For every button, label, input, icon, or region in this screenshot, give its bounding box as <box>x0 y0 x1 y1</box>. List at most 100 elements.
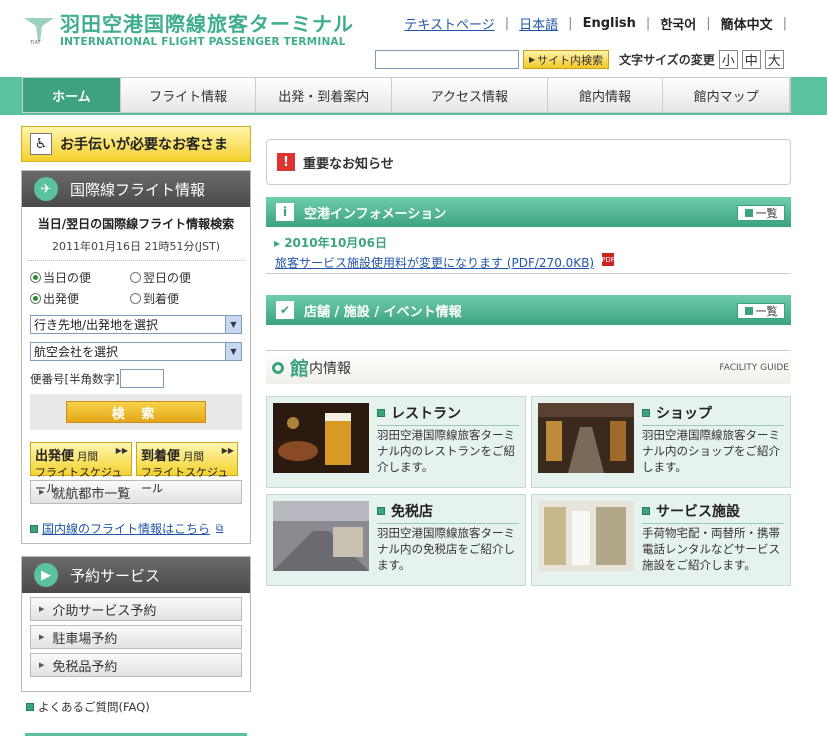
bullet-icon <box>377 507 385 515</box>
dutyfree-card[interactable]: 免税店 羽田空港国際線旅客ターミナル内の免税店をご紹介します。 <box>266 494 526 586</box>
flight-search-button[interactable]: 検 索 <box>66 401 206 423</box>
airline-select-value: 航空会社を選択 <box>34 345 119 359</box>
bullet-icon <box>377 409 385 417</box>
assistance-button[interactable]: ♿ お手伝いが必要なお客さま <box>21 126 251 162</box>
global-nav: ホーム フライト情報 出発・到着案内 アクセス情報 館内情報 館内マップ <box>22 77 791 113</box>
exclamation-icon: ! <box>277 153 295 171</box>
arrow-right-icon: ▶ <box>39 633 45 641</box>
korean-link[interactable]: 한국어 <box>660 14 696 33</box>
assistance-label: お手伝いが必要なお客さま <box>60 137 228 153</box>
radio-departure[interactable]: 出発便 <box>30 290 130 307</box>
double-arrow-icon: ▶▶ <box>221 446 234 455</box>
arrival-schedule-sub: フライトスケジュール <box>141 466 229 495</box>
schedule-buttons: 出発便 月間 フライトスケジュール ▶▶ 到着便 月間 フライトスケジュール ▶▶ <box>30 442 242 495</box>
site-logo[interactable]: TIAT 羽田空港国際線旅客ターミナル INTERNATIONAL FLIGHT… <box>22 8 362 52</box>
radio-today-label: 当日の便 <box>43 271 92 285</box>
direction-radio-group: 出発便 到着便 <box>30 290 250 307</box>
flight-number-input[interactable] <box>120 369 165 388</box>
faq-link[interactable]: よくあるご質問(FAQ) <box>26 699 150 715</box>
restaurant-photo <box>273 403 369 473</box>
japanese-link[interactable]: 日本語 <box>519 14 558 33</box>
airplane-icon: ✈ <box>34 177 58 201</box>
site-search-label: サイト内検索 <box>537 53 604 67</box>
events-header: ✔ 店舗 / 施設 / イベント情報 一覧 <box>266 295 791 325</box>
events-list-button[interactable]: 一覧 <box>737 303 785 319</box>
events-title: 店舗 / 施設 / イベント情報 <box>304 304 462 320</box>
bullet-icon <box>744 209 753 217</box>
wheelchair-icon: ♿ <box>30 133 52 155</box>
shop-desc: 羽田空港国際線旅客ターミナル内のショップをご紹介します。 <box>642 428 780 474</box>
flight-panel-title: 国際線フライト情報 <box>70 180 206 199</box>
domestic-flight-link[interactable]: 国内線のフライト情報はこちら ⧉ <box>30 520 250 537</box>
nav-facility-map[interactable]: 館内マップ <box>663 78 790 112</box>
chevron-down-icon[interactable]: ▼ <box>225 316 241 333</box>
radio-departure-label: 出発便 <box>43 292 80 306</box>
font-size-medium-button[interactable]: 中 <box>741 50 761 69</box>
flight-search-subtitle: 当日/翌日の国際線フライト情報検索 <box>37 217 235 231</box>
dutyfree-desc: 羽田空港国際線旅客ターミナル内の免税店をご紹介します。 <box>377 526 515 572</box>
restaurant-card[interactable]: レストラン 羽田空港国際線旅客ターミナル内のレストランをご紹介します。 <box>266 396 526 488</box>
font-size-large-button[interactable]: 大 <box>764 50 784 69</box>
dutyfree-reservation-button[interactable]: ▶ 免税品予約 <box>30 653 242 677</box>
departure-schedule-sub: フライトスケジュール <box>35 466 123 495</box>
radio-arrival[interactable]: 到着便 <box>130 290 230 307</box>
nav-access[interactable]: アクセス情報 <box>392 78 548 112</box>
nav-home[interactable]: ホーム <box>23 78 121 112</box>
radio-arrival-label: 到着便 <box>143 292 180 306</box>
service-card[interactable]: サービス施設 手荷物宅配・両替所・携帯電話レンタルなどサービス施設をご紹介します… <box>531 494 791 586</box>
nav-facility-info[interactable]: 館内情報 <box>547 78 664 112</box>
chevron-down-icon[interactable]: ▼ <box>225 343 241 360</box>
news-date: ▸ 2010年10月06日 <box>274 236 388 250</box>
list-label: 一覧 <box>755 305 778 318</box>
chinese-link[interactable]: 簡体中文 <box>721 14 773 33</box>
arrival-schedule-button[interactable]: 到着便 月間 フライトスケジュール ▶▶ <box>136 442 238 495</box>
airline-select[interactable]: 航空会社を選択 ▼ <box>30 342 242 361</box>
arrow-right-icon: ▶ <box>39 661 45 669</box>
nav-departure-arrival[interactable]: 出発・到着案内 <box>256 78 393 112</box>
list-label: 一覧 <box>755 207 778 220</box>
site-search-button[interactable]: ▶ サイト内検索 <box>523 50 610 69</box>
airport-info-list-button[interactable]: 一覧 <box>737 205 785 221</box>
parking-reservation-button[interactable]: ▶ 駐車場予約 <box>30 625 242 649</box>
news-date-text: 2010年10月06日 <box>284 236 388 250</box>
search-input[interactable] <box>375 50 519 69</box>
departure-schedule-button[interactable]: 出発便 月間 フライトスケジュール ▶▶ <box>30 442 132 495</box>
bullet-icon <box>744 307 753 315</box>
text-page-link[interactable]: テキストページ <box>404 14 494 33</box>
arrow-right-icon: ▶ <box>39 605 45 613</box>
font-size-small-button[interactable]: 小 <box>718 50 738 69</box>
radio-circle[interactable] <box>130 293 141 304</box>
shop-title: ショップ <box>642 403 784 426</box>
destination-select[interactable]: 行き先地/出発地を選択 ▼ <box>30 315 242 334</box>
info-icon: i <box>276 203 294 221</box>
pdf-icon: PDF <box>601 253 615 266</box>
radio-circle[interactable] <box>30 293 41 304</box>
separator: | <box>782 16 787 31</box>
radio-tomorrow[interactable]: 翌日の便 <box>130 269 230 286</box>
english-link[interactable]: English <box>583 16 636 31</box>
notice-title: 重要なお知らせ <box>303 156 394 172</box>
assistance-reservation-button[interactable]: ▶ 介助サービス予約 <box>30 597 242 621</box>
site-search: ▶ サイト内検索 文字サイズの変更 小 中 大 <box>375 50 784 69</box>
nav-flight-info[interactable]: フライト情報 <box>120 78 257 112</box>
facility-kanji: 館 <box>290 358 310 380</box>
radio-circle[interactable] <box>30 272 41 283</box>
departure-schedule-main: 出発便 月間 <box>35 449 99 464</box>
current-datetime: 2011年01月16日 21時51分(JST) <box>28 238 244 261</box>
bullet-icon <box>642 507 650 515</box>
faq-label: よくあるご質問(FAQ) <box>38 700 150 714</box>
reservation-header: ▶ 予約サービス <box>22 557 250 593</box>
flight-panel-header: ✈ 国際線フライト情報 <box>22 171 250 207</box>
site-title: 羽田空港国際線旅客ターミナル <box>60 12 354 36</box>
shop-card[interactable]: ショップ 羽田空港国際線旅客ターミナル内のショップをご紹介します。 <box>531 396 791 488</box>
flight-info-panel: ✈ 国際線フライト情報 当日/翌日の国際線フライト情報検索 2011年01月16… <box>21 170 251 544</box>
service-desc: 手荷物宅配・両替所・携帯電話レンタルなどサービス施設をご紹介します。 <box>642 526 780 572</box>
assistance-reservation-label: 介助サービス予約 <box>52 603 157 619</box>
airport-info-title: 空港インフォメーション <box>304 206 447 222</box>
airport-info-header: i 空港インフォメーション 一覧 <box>266 197 791 227</box>
radio-circle[interactable] <box>130 272 141 283</box>
external-link-icon: ⧉ <box>216 523 224 534</box>
restaurant-desc: 羽田空港国際線旅客ターミナル内のレストランをご紹介します。 <box>377 428 515 474</box>
news-link[interactable]: 旅客サービス施設使用料が変更になります (PDF/270.0KB) <box>275 254 594 271</box>
radio-today[interactable]: 当日の便 <box>30 269 130 286</box>
